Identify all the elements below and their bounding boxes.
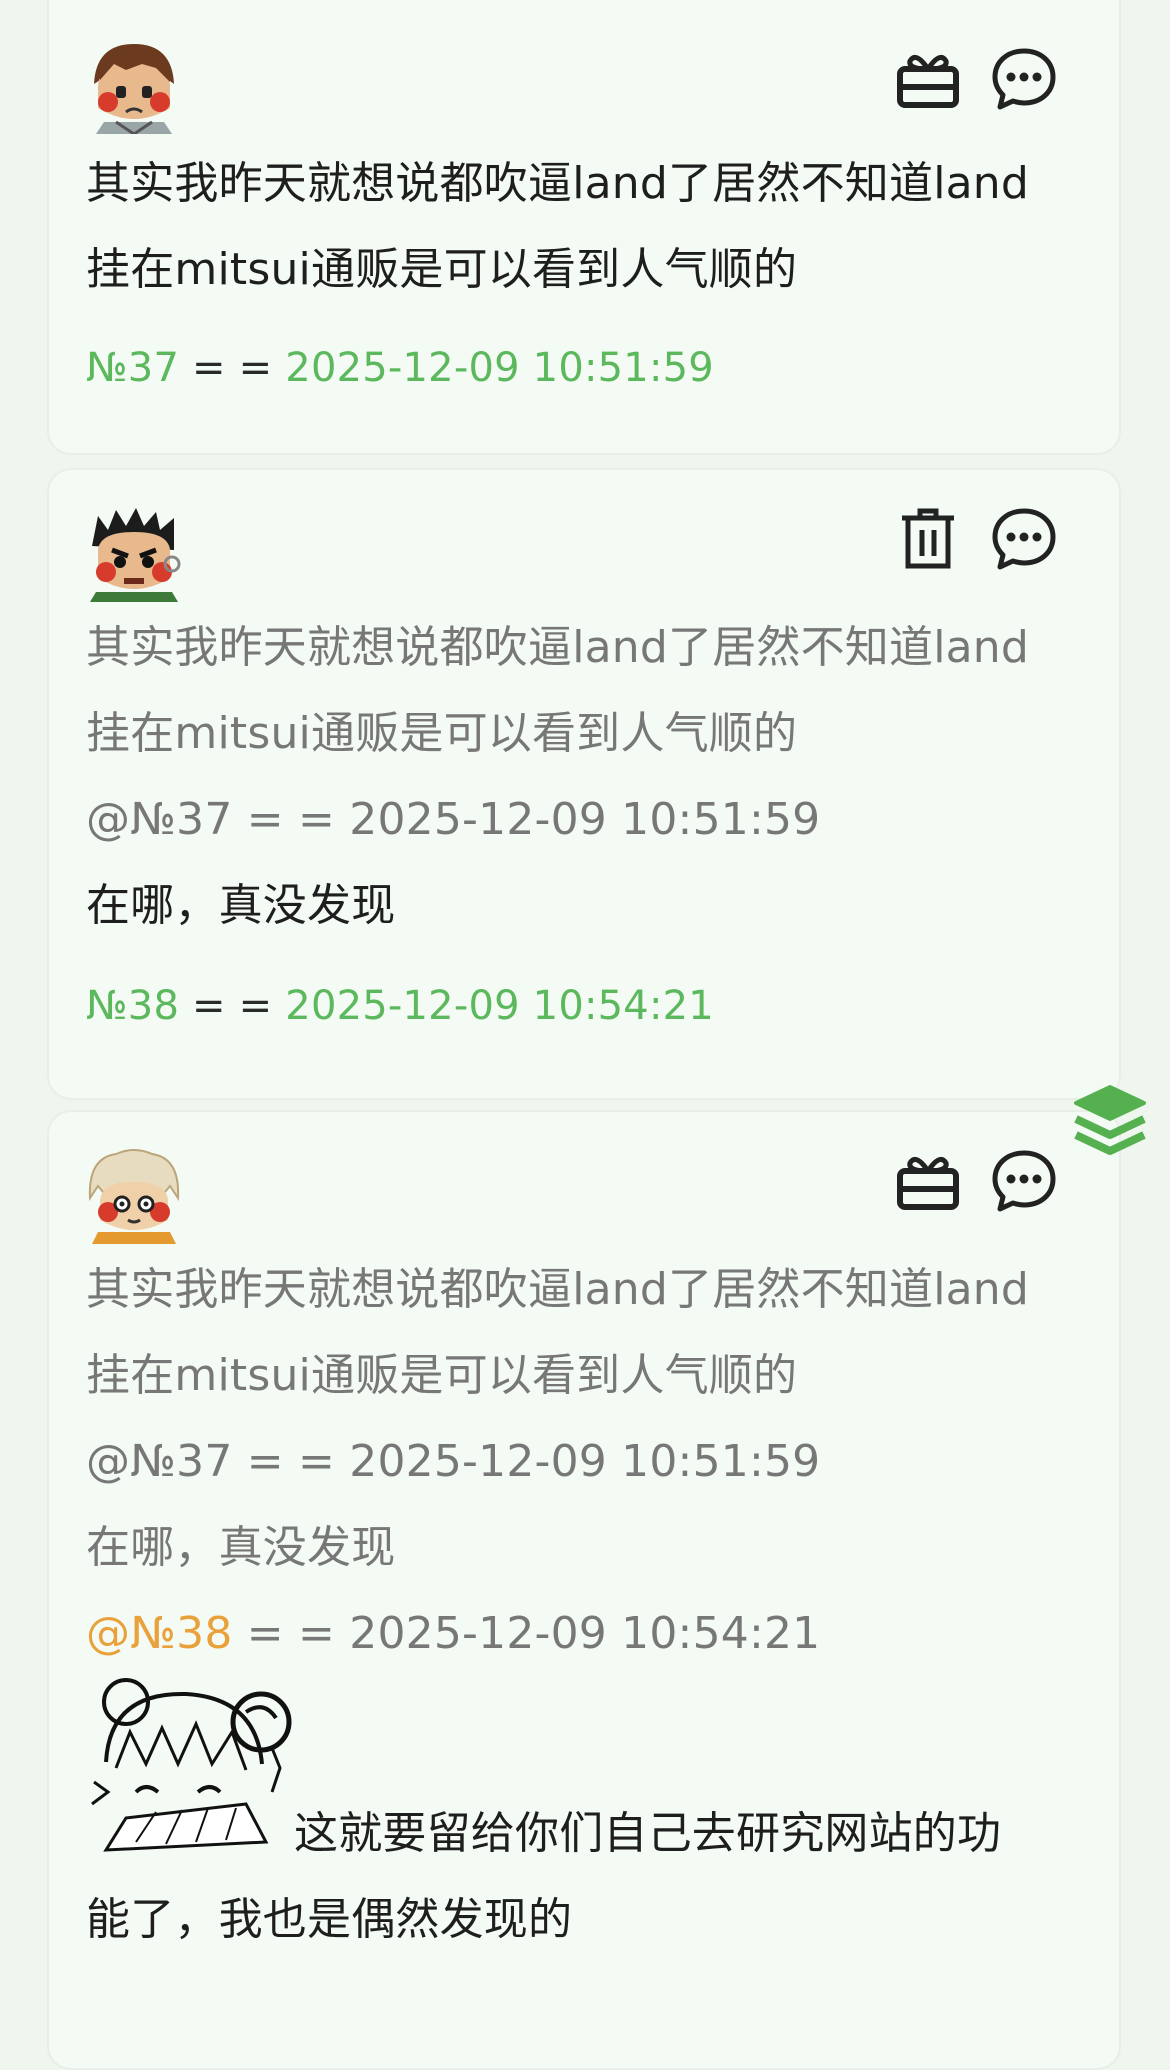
- gift-icon[interactable]: [893, 1146, 963, 1216]
- separator: = =: [232, 794, 350, 845]
- separator: = =: [179, 983, 286, 1029]
- comment-card: 其实我昨天就想说都吹逼land了居然不知道land 挂在mitsui通贩是可以看…: [47, 1110, 1121, 2070]
- comment-actions: [893, 44, 1059, 114]
- comment-card: 其实我昨天就想说都吹逼land了居然不知道land 挂在mitsui通贩是可以看…: [47, 0, 1121, 455]
- comment-number[interactable]: №37: [86, 345, 179, 391]
- timestamp: 2025-12-09 10:54:21: [285, 983, 714, 1029]
- gift-icon[interactable]: [893, 44, 963, 114]
- comment-footer: №38 = = 2025-12-09 10:54:21: [86, 976, 1096, 1036]
- quote-reference[interactable]: @№38 = = 2025-12-09 10:54:21: [86, 1604, 1096, 1664]
- quote-timestamp: 2025-12-09 10:51:59: [349, 1436, 821, 1487]
- comment-actions: [893, 504, 1059, 574]
- comment-actions: [893, 1146, 1059, 1216]
- quote-text-line: 其实我昨天就想说都吹逼land了居然不知道land: [86, 1264, 1030, 1315]
- separator: = =: [232, 1436, 350, 1487]
- quote-number[interactable]: @№37: [86, 794, 233, 845]
- comment-text-line: 挂在mitsui通贩是可以看到人气顺的: [86, 244, 798, 295]
- comment-text-line: 其实我昨天就想说都吹逼land了居然不知道land: [86, 158, 1030, 209]
- avatar[interactable]: [86, 1148, 182, 1244]
- quote-text-line: 其实我昨天就想说都吹逼land了居然不知道land: [86, 622, 1030, 673]
- comment-text-line: 这就要留给你们自己去研究网站的功: [294, 1808, 1002, 1859]
- chat-bubble-icon[interactable]: [989, 504, 1059, 574]
- quote-number[interactable]: @№38: [86, 1608, 233, 1659]
- chat-bubble-icon[interactable]: [989, 1146, 1059, 1216]
- quote-timestamp: 2025-12-09 10:51:59: [349, 794, 821, 845]
- avatar[interactable]: [86, 38, 182, 134]
- chat-bubble-icon[interactable]: [989, 44, 1059, 114]
- quote-text-line: 挂在mitsui通贩是可以看到人气顺的: [86, 708, 798, 759]
- quote-text-line: 挂在mitsui通贩是可以看到人气顺的: [86, 1350, 798, 1401]
- quote-text-line: 在哪，真没发现: [86, 1522, 396, 1573]
- comment-text-line: 能了，我也是偶然发现的: [86, 1894, 573, 1945]
- comment-card: 其实我昨天就想说都吹逼land了居然不知道land 挂在mitsui通贩是可以看…: [47, 468, 1121, 1100]
- separator: = =: [179, 345, 286, 391]
- trash-icon[interactable]: [893, 504, 963, 574]
- sticker-image: [86, 1672, 296, 1862]
- comment-number[interactable]: №38: [86, 983, 179, 1029]
- timestamp: 2025-12-09 10:51:59: [285, 345, 714, 391]
- layers-icon[interactable]: [1072, 1083, 1148, 1159]
- quote-reference[interactable]: @№37 = = 2025-12-09 10:51:59: [86, 790, 1096, 850]
- quote-reference[interactable]: @№37 = = 2025-12-09 10:51:59: [86, 1432, 1096, 1492]
- separator: = =: [232, 1608, 350, 1659]
- quote-timestamp: 2025-12-09 10:54:21: [349, 1608, 821, 1659]
- comment-feed: 其实我昨天就想说都吹逼land了居然不知道land 挂在mitsui通贩是可以看…: [0, 0, 1170, 2070]
- comment-footer: №37 = = 2025-12-09 10:51:59: [86, 338, 1096, 398]
- avatar[interactable]: [86, 506, 182, 602]
- comment-text-line: 在哪，真没发现: [86, 880, 396, 931]
- quote-number[interactable]: @№37: [86, 1436, 233, 1487]
